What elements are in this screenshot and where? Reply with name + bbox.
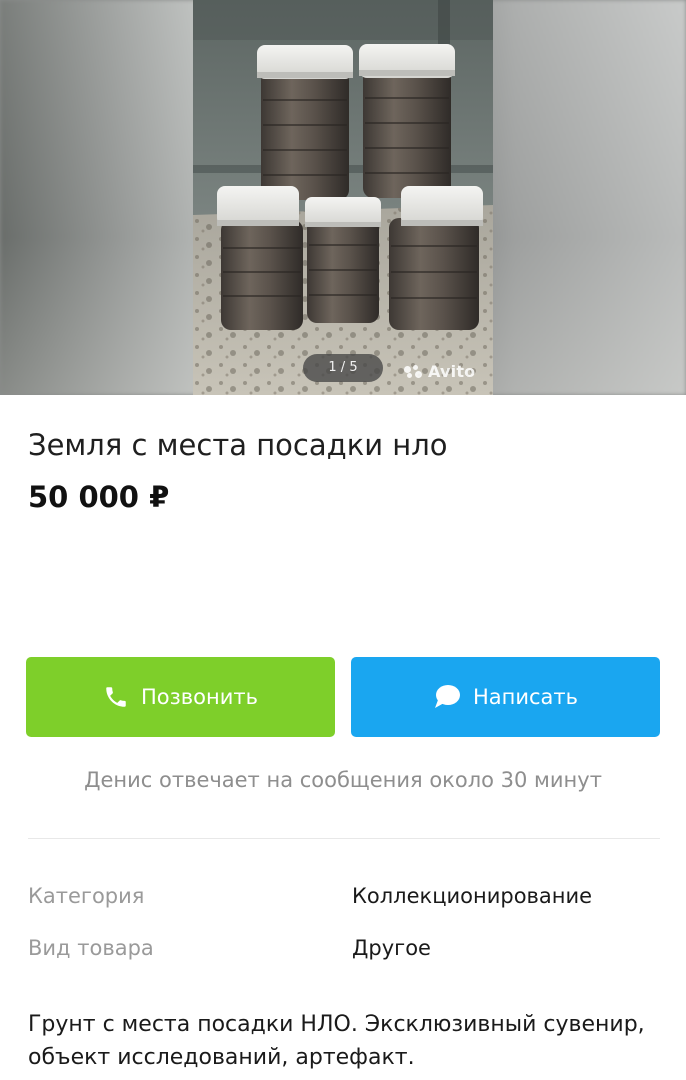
param-label-category: Категория [28, 884, 145, 908]
listing-title: Земля с места посадки нло [28, 428, 448, 462]
divider [28, 838, 660, 839]
param-label-item-type: Вид товара [28, 936, 154, 960]
write-button-label: Написать [472, 685, 579, 709]
seller-reply-time: Денис отвечает на сообщения около 30 мин… [84, 768, 602, 792]
call-button[interactable]: Позвонить [26, 657, 335, 737]
photo-counter: 1 / 5 [303, 354, 383, 382]
call-button-label: Позвонить [140, 685, 259, 709]
chat-bubble-icon [433, 684, 461, 710]
avito-logo-icon [404, 364, 424, 379]
photo-gallery[interactable]: 1 / 5 Avito [0, 0, 686, 395]
param-value-category[interactable]: Коллекционирование [352, 884, 592, 908]
avito-watermark-text: Avito [428, 362, 476, 381]
listing-page: 1 / 5 Avito Земля с места посадки нло 50… [0, 0, 686, 1080]
listing-price: 50 000 ₽ [28, 480, 170, 514]
listing-description: Грунт с места посадки НЛО. Эксклюзивный … [28, 1012, 645, 1070]
write-message-button[interactable]: Написать [351, 657, 660, 737]
listing-photo[interactable] [193, 0, 493, 395]
param-value-item-type[interactable]: Другое [352, 936, 431, 960]
phone-icon [103, 684, 129, 710]
avito-watermark: Avito [404, 362, 475, 381]
